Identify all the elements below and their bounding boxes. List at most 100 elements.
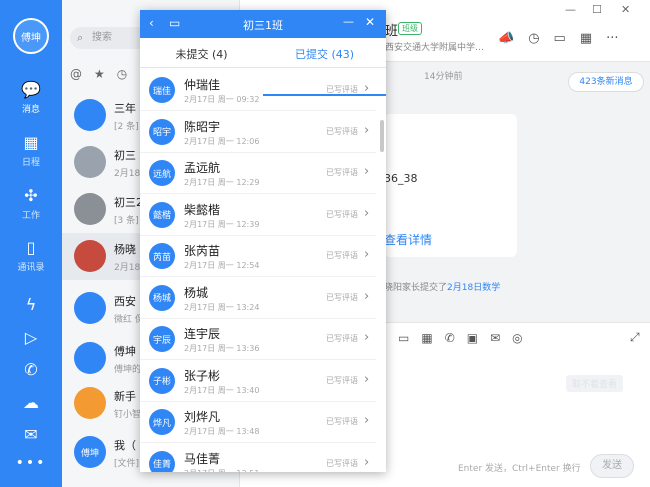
tab-submitted[interactable]: 已提交 (43) bbox=[263, 46, 386, 62]
avatar: 远航 bbox=[149, 160, 175, 186]
avatar bbox=[74, 342, 106, 374]
filter-bar: @ ★ ◷ bbox=[70, 67, 139, 81]
chevron-right-icon[interactable]: › bbox=[364, 164, 369, 179]
nav-phone[interactable]: ✆ bbox=[0, 360, 62, 382]
table-row[interactable]: 远航 孟远航 2月17日 周一 12:29 已写评语 › bbox=[140, 153, 376, 194]
new-messages-button[interactable]: 423条新消息 bbox=[568, 72, 644, 92]
chevron-right-icon[interactable]: › bbox=[364, 455, 369, 470]
table-row[interactable]: 佳菁马佳菁 2月17日 周一 13:51 已写评语 › bbox=[140, 444, 376, 473]
chevron-right-icon[interactable]: › bbox=[364, 123, 369, 138]
user-avatar[interactable]: 傅坤 bbox=[13, 18, 49, 54]
chevron-right-icon[interactable]: › bbox=[364, 413, 369, 428]
table-row[interactable]: 宇辰 连宇辰 2月17日 周一 13:36 已写评语 › bbox=[140, 319, 376, 360]
input-ghost-label: 取不着查看 bbox=[566, 375, 624, 392]
more-icon[interactable]: ••• bbox=[0, 455, 62, 471]
nav-cloud[interactable]: ☁ bbox=[0, 393, 62, 415]
maximize-icon[interactable]: ☐ bbox=[592, 3, 602, 16]
cloud-icon: ☁ bbox=[23, 393, 39, 412]
calendar-icon[interactable]: ▦ bbox=[421, 331, 432, 345]
nav-lightning[interactable]: ϟ bbox=[0, 295, 62, 317]
calendar-icon[interactable]: ▦ bbox=[580, 31, 592, 46]
notice-link[interactable]: 2月18日数学 bbox=[447, 283, 500, 293]
status-badge: 已写评语 bbox=[326, 126, 358, 136]
submit-date: 2月17日 周一 13:36 bbox=[184, 344, 260, 353]
avatar: 瑞佳 bbox=[149, 77, 175, 103]
scrollbar[interactable] bbox=[380, 120, 384, 152]
student-name: 杨城 bbox=[184, 285, 209, 300]
nav-play[interactable]: ▷ bbox=[0, 328, 62, 350]
student-name: 张子彬 bbox=[184, 368, 221, 383]
message-card[interactable]: 36_38 查看详情 bbox=[384, 114, 517, 257]
student-name: 柴懿楷 bbox=[184, 202, 221, 217]
avatar bbox=[74, 240, 106, 272]
avatar: 懿楷 bbox=[149, 201, 175, 228]
play-icon: ▷ bbox=[24, 328, 38, 347]
chat-subtitle: 西安交通大学附属中学… bbox=[385, 43, 485, 53]
input-toolbar: ▭ ▦ ✆ ▣ ✉ ◎ bbox=[398, 331, 535, 345]
status-badge: 已写评语 bbox=[326, 375, 358, 385]
close-icon[interactable]: ✕ bbox=[365, 15, 375, 29]
apps-icon: ✣ bbox=[24, 186, 38, 205]
nav-contacts[interactable]: ▯ 通讯录 bbox=[0, 238, 62, 273]
table-row[interactable]: 子彬 张子彬 2月17日 周一 13:40 已写评语 › bbox=[140, 361, 376, 402]
table-row[interactable]: 昭宇 陈昭宇 2月17日 周一 12:06 已写评语 › bbox=[140, 112, 376, 153]
submit-date: 2月17日 周一 09:32 bbox=[184, 95, 260, 104]
chevron-right-icon[interactable]: › bbox=[364, 247, 369, 262]
view-detail-link[interactable]: 查看详情 bbox=[384, 231, 432, 248]
submission-popup: ‹ ▭ 初三1班 — ✕ 未提交 (4) 已提交 (43) 瑞佳 仲瑞佳 2月17日… bbox=[140, 10, 386, 472]
send-button[interactable]: 发送 bbox=[590, 454, 634, 478]
nav-mail[interactable]: ✉ bbox=[0, 425, 62, 447]
nav-work[interactable]: ✣ 工作 bbox=[0, 186, 62, 221]
table-row[interactable]: 懿楷 柴懿楷 2月17日 周一 12:39 已写评语 › bbox=[140, 195, 376, 236]
chevron-right-icon[interactable]: › bbox=[364, 330, 369, 345]
message-time: 14分钟前 bbox=[424, 72, 463, 82]
search-icon: ⌕ bbox=[77, 31, 84, 44]
lightning-icon: ϟ bbox=[25, 295, 37, 314]
contacts-icon: ▯ bbox=[26, 238, 36, 257]
chat-bubble-icon: 💬 bbox=[21, 80, 41, 99]
input-hint: Enter 发送，Ctrl+Enter 换行 bbox=[458, 464, 581, 474]
table-row[interactable]: 瑞佳 仲瑞佳 2月17日 周一 09:32 已写评语 › bbox=[140, 70, 376, 111]
table-row[interactable]: 烨凡 刘烨凡 2月17日 周一 13:48 已写评语 › bbox=[140, 402, 376, 443]
file-icon[interactable]: ▭ bbox=[398, 331, 409, 345]
student-name: 刘烨凡 bbox=[184, 410, 221, 424]
close-icon[interactable]: ✕ bbox=[621, 3, 630, 16]
nav-messages[interactable]: 💬 消息 bbox=[0, 80, 62, 115]
table-row[interactable]: 芮苗 张芮苗 2月17日 周一 12:54 已写评语 › bbox=[140, 236, 376, 277]
avatar bbox=[74, 292, 106, 324]
expand-icon[interactable]: ⤢ bbox=[630, 330, 640, 345]
nav-calendar[interactable]: ▦ 日程 bbox=[0, 133, 62, 168]
avatar: 傅坤 bbox=[74, 436, 106, 468]
mail-icon[interactable]: ✉ bbox=[490, 331, 500, 345]
tab-unsubmitted[interactable]: 未提交 (4) bbox=[140, 46, 263, 62]
more-icon[interactable]: ··· bbox=[606, 31, 618, 46]
minimize-icon[interactable]: — bbox=[343, 15, 354, 28]
left-rail: 傅坤 💬 消息 ▦ 日程 ✣ 工作 ▯ 通讯录 ϟ ▷ ✆ ☁ ✉ ••• bbox=[0, 0, 62, 487]
table-row[interactable]: 杨城 杨城 2月17日 周一 13:24 已写评语 › bbox=[140, 278, 376, 319]
card-code: 36_38 bbox=[384, 172, 418, 185]
chevron-right-icon[interactable]: › bbox=[364, 81, 369, 96]
folder-icon[interactable]: ▭ bbox=[554, 31, 566, 46]
history-icon[interactable]: ◷ bbox=[528, 31, 539, 46]
popup-titlebar: ‹ ▭ 初三1班 — ✕ bbox=[140, 10, 386, 38]
submit-date: 2月17日 周一 12:39 bbox=[184, 219, 260, 229]
chevron-right-icon[interactable]: › bbox=[364, 372, 369, 387]
avatar: 佳菁 bbox=[149, 450, 175, 472]
task-icon[interactable]: ▣ bbox=[467, 331, 478, 345]
class-tag: 班级 bbox=[398, 22, 422, 35]
megaphone-icon[interactable]: 📣 bbox=[498, 31, 514, 46]
system-notice: 晓阳家长提交了2月18日数学 bbox=[384, 283, 501, 293]
chevron-right-icon[interactable]: › bbox=[364, 206, 369, 221]
clock-icon[interactable]: ◷ bbox=[117, 67, 127, 81]
minimize-icon[interactable]: — bbox=[565, 3, 576, 16]
star-icon[interactable]: ★ bbox=[94, 67, 105, 81]
ding-icon[interactable]: ◎ bbox=[512, 331, 522, 345]
phone-icon: ✆ bbox=[24, 360, 38, 379]
header-toolbar: 📣 ◷ ▭ ▦ ··· bbox=[498, 31, 633, 46]
status-badge: 已写评语 bbox=[326, 417, 358, 426]
chevron-right-icon[interactable]: › bbox=[364, 289, 369, 304]
submit-date: 2月17日 周一 13:51 bbox=[184, 468, 259, 473]
phone-icon[interactable]: ✆ bbox=[445, 331, 455, 345]
status-badge: 已写评语 bbox=[326, 251, 358, 260]
at-icon[interactable]: @ bbox=[70, 67, 82, 81]
